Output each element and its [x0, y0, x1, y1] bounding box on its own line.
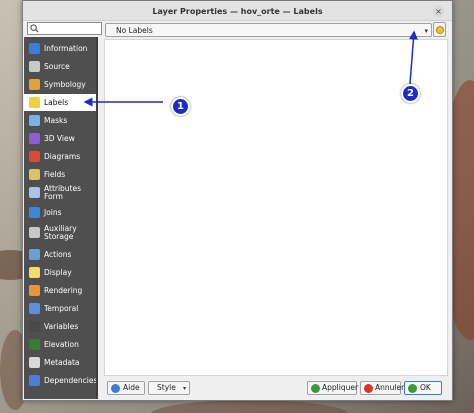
speech-bubble-icon [29, 267, 40, 278]
search-box[interactable] [27, 22, 102, 35]
paintbrush-icon [29, 285, 40, 296]
labels-mode-dropdown[interactable]: No Labels ▾ [105, 23, 432, 37]
sidebar-item-elevation[interactable]: Elevation [24, 336, 96, 353]
sidebar-item-label: Elevation [44, 340, 79, 349]
sidebar-item-label: Variables [44, 322, 79, 331]
help-button[interactable]: Aide [107, 381, 145, 395]
sidebar-item-label: Fields [44, 170, 66, 179]
sidebar-item-auxiliary-storage[interactable]: Auxiliary Storage [24, 224, 96, 241]
chevron-down-icon: ▾ [182, 385, 186, 392]
style-button[interactable]: Style ▾ [148, 381, 190, 395]
gear-icon [29, 249, 40, 260]
label-settings-button[interactable] [433, 22, 446, 37]
sidebar-item-symbology[interactable]: Symbology [24, 76, 96, 93]
sidebar-item-label: Information [44, 44, 88, 53]
sidebar-item-label: Symbology [44, 80, 86, 89]
sidebar-item-3d-view[interactable]: 3D View [24, 130, 96, 147]
chevron-down-icon: ▾ [424, 27, 428, 35]
sidebar-item-diagrams[interactable]: Diagrams [24, 148, 96, 165]
checkmark-icon [311, 384, 320, 393]
sidebar-item-actions[interactable]: Actions [24, 246, 96, 263]
brush-icon [29, 79, 40, 90]
title-bar: Layer Properties — hov_orte — Labels × [23, 1, 452, 21]
sidebar-item-label: Dependencies [44, 376, 98, 385]
label-style-icon [436, 26, 444, 34]
sidebar-item-labels[interactable]: Labels [24, 94, 96, 111]
sidebar-item-display[interactable]: Display [24, 264, 96, 281]
sidebar-item-label: Display [44, 268, 72, 277]
joins-icon [29, 207, 40, 218]
sidebar-item-information[interactable]: Information [24, 40, 96, 57]
variables-icon [29, 321, 40, 332]
sidebar-item-temporal[interactable]: Temporal [24, 300, 96, 317]
apply-button[interactable]: Appliquer [307, 381, 359, 395]
diagram-icon [29, 151, 40, 162]
search-input[interactable] [40, 24, 100, 34]
layer-properties-dialog: Layer Properties — hov_orte — Labels × I… [22, 0, 453, 401]
storage-icon [29, 227, 40, 238]
sidebar-item-label: Actions [44, 250, 72, 259]
sidebar-item-metadata[interactable]: Metadata [24, 354, 96, 371]
style-label: Style [157, 383, 176, 392]
sidebar-item-fields[interactable]: Fields [24, 166, 96, 183]
info-icon [29, 43, 40, 54]
wrench-icon [29, 61, 40, 72]
cancel-icon [364, 384, 373, 393]
sidebar-item-label: Attributes Form [44, 184, 82, 201]
elevation-icon [29, 339, 40, 350]
abc-mask-icon [29, 115, 40, 126]
checkmark-icon [408, 384, 417, 393]
sidebar-item-label: Metadata [44, 358, 80, 367]
cube-icon [29, 133, 40, 144]
sidebar-item-label: Diagrams [44, 152, 81, 161]
sidebar-scrollbar[interactable] [96, 37, 98, 399]
sidebar: Information Source Symbology Labels Masks 3D … [24, 37, 98, 399]
window-title: Layer Properties — hov_orte — Labels [152, 7, 323, 16]
sidebar-item-rendering[interactable]: Rendering [24, 282, 96, 299]
cancel-label: Annuler [375, 383, 405, 392]
sidebar-item-source[interactable]: Source [24, 58, 96, 75]
sidebar-item-label: Source [44, 62, 70, 71]
ok-button[interactable]: OK [404, 381, 442, 395]
ok-label: OK [420, 383, 431, 392]
clock-icon [29, 303, 40, 314]
annotation-badge-1: 1 [171, 97, 190, 116]
sidebar-item-label: Labels [44, 98, 69, 107]
sidebar-item-label: Rendering [44, 286, 83, 295]
apply-label: Appliquer [322, 383, 359, 392]
search-icon [30, 24, 39, 33]
abc-label-icon [29, 97, 40, 108]
help-label: Aide [123, 383, 140, 392]
help-icon [111, 384, 120, 393]
sidebar-item-label: 3D View [44, 134, 75, 143]
sidebar-item-attributes-form[interactable]: Attributes Form [24, 184, 96, 201]
metadata-icon [29, 357, 40, 368]
sidebar-item-label: Temporal [44, 304, 79, 313]
cancel-button[interactable]: Annuler [360, 381, 405, 395]
sidebar-item-label: Auxiliary Storage [44, 224, 77, 241]
labels-content-area [104, 39, 448, 376]
dependencies-icon [29, 375, 40, 386]
annotation-badge-2: 2 [401, 84, 420, 103]
labels-mode-value: No Labels [116, 26, 153, 35]
sidebar-item-variables[interactable]: Variables [24, 318, 96, 335]
sidebar-item-label: Masks [44, 116, 68, 125]
fields-icon [29, 169, 40, 180]
sidebar-item-label: Joins [44, 208, 62, 217]
sidebar-item-joins[interactable]: Joins [24, 204, 96, 221]
form-icon [29, 187, 40, 198]
sidebar-item-masks[interactable]: Masks [24, 112, 96, 129]
close-button[interactable]: × [433, 6, 444, 17]
sidebar-item-dependencies[interactable]: Dependencies [24, 372, 98, 389]
